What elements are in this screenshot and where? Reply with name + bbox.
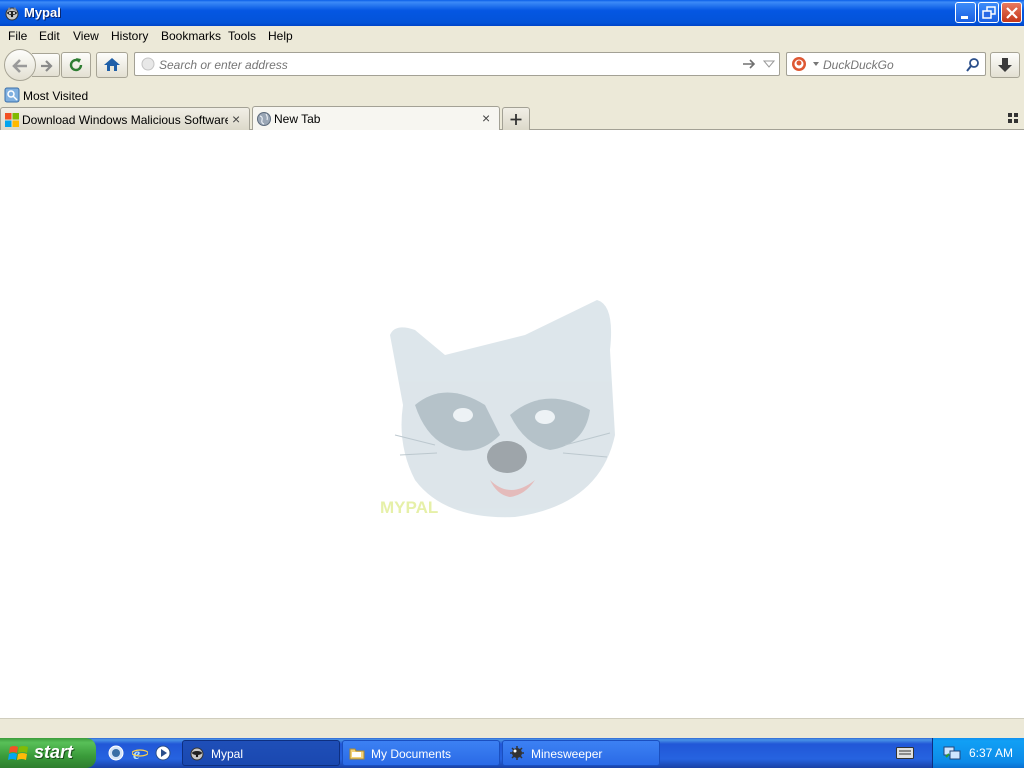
menu-bar: File Edit View History Bookmarks Tools H… — [0, 26, 1024, 46]
back-arrow-icon — [12, 59, 27, 73]
media-player-icon[interactable] — [155, 745, 171, 761]
plus-icon — [510, 114, 522, 125]
navigation-toolbar — [0, 46, 1024, 84]
tab-close-icon[interactable]: × — [482, 111, 494, 125]
minimize-button[interactable] — [955, 2, 976, 23]
taskbar-item-mypal[interactable]: Mypal — [182, 740, 340, 766]
task-label: My Documents — [371, 747, 452, 761]
reload-icon — [69, 58, 83, 72]
status-bar — [0, 718, 1024, 738]
taskbar-item-minesweeper[interactable]: Minesweeper — [502, 740, 660, 766]
browser-window: Mypal File Edit View History Bookmarks T… — [0, 0, 1024, 738]
home-button[interactable] — [96, 52, 128, 78]
internet-explorer-icon[interactable]: e — [132, 745, 148, 761]
tab-new-tab[interactable]: New Tab × — [252, 106, 500, 130]
start-label: start — [34, 742, 74, 762]
taskbar-item-my-documents[interactable]: My Documents — [342, 740, 500, 766]
address-input[interactable] — [159, 57, 729, 73]
search-input[interactable] — [823, 57, 963, 73]
svg-text:e: e — [133, 746, 140, 761]
keyboard-icon[interactable] — [896, 747, 914, 759]
page-content: MYPAL — [0, 130, 1024, 718]
duckduckgo-engine-icon[interactable] — [791, 56, 821, 72]
home-icon — [104, 58, 120, 71]
raccoon-app-icon — [190, 747, 204, 761]
mine-icon — [510, 746, 524, 760]
search-icon[interactable] — [965, 57, 981, 73]
download-arrow-icon — [998, 58, 1012, 72]
windows-logo-icon — [5, 113, 19, 127]
start-button[interactable]: start — [0, 738, 96, 768]
most-visited-folder-icon — [4, 87, 20, 103]
tab-close-icon[interactable]: × — [232, 112, 244, 126]
tab-strip: Download Windows Malicious Software R...… — [0, 106, 1024, 130]
task-label: Mypal — [211, 747, 244, 761]
menu-view[interactable]: View — [73, 29, 99, 43]
restore-icon — [982, 6, 996, 19]
windows-flag-icon — [8, 746, 28, 760]
go-arrow-icon[interactable] — [741, 57, 757, 71]
menu-file[interactable]: File — [8, 29, 27, 43]
list-all-tabs-icon[interactable] — [1008, 113, 1018, 123]
back-button[interactable] — [4, 49, 36, 81]
address-bar[interactable] — [134, 52, 780, 76]
taskbar: start e Mypal My Documents Minesweeper 6… — [0, 738, 1024, 768]
system-tray: 6:37 AM — [932, 738, 1024, 768]
window-title: Mypal — [24, 5, 61, 20]
menu-help[interactable]: Help — [268, 29, 293, 43]
raccoon-app-icon — [5, 7, 19, 21]
tab-download-malicious-software[interactable]: Download Windows Malicious Software R...… — [0, 107, 250, 130]
quicklaunch-browser-icon[interactable] — [108, 745, 124, 761]
site-identity-icon — [141, 57, 155, 71]
folder-icon — [349, 748, 365, 760]
bookmarks-toolbar: Most Visited — [0, 84, 1024, 106]
search-bar[interactable] — [786, 52, 986, 76]
close-icon — [1006, 7, 1018, 19]
logo-caption: MYPAL — [380, 498, 438, 517]
reload-button[interactable] — [61, 52, 91, 78]
minimize-icon — [961, 16, 968, 19]
menu-history[interactable]: History — [111, 29, 148, 43]
menu-tools[interactable]: Tools — [228, 29, 256, 43]
network-icon[interactable] — [943, 745, 961, 761]
raccoon-logo-watermark: MYPAL — [380, 300, 615, 518]
task-label: Minesweeper — [531, 747, 603, 761]
clock[interactable]: 6:37 AM — [969, 746, 1013, 760]
most-visited-label: Most Visited — [23, 89, 89, 103]
close-button[interactable] — [1001, 2, 1022, 23]
tab-label: Download Windows Malicious Software R... — [22, 113, 228, 127]
tab-label: New Tab — [274, 112, 321, 126]
back-forward-group — [4, 49, 60, 81]
title-bar[interactable]: Mypal — [0, 0, 1024, 26]
restore-button[interactable] — [978, 2, 999, 23]
menu-edit[interactable]: Edit — [39, 29, 60, 43]
globe-icon — [257, 112, 271, 126]
new-tab-button[interactable] — [502, 107, 530, 130]
history-dropdown-icon[interactable] — [763, 59, 775, 69]
downloads-button[interactable] — [990, 52, 1020, 78]
menu-bookmarks[interactable]: Bookmarks — [161, 29, 221, 43]
